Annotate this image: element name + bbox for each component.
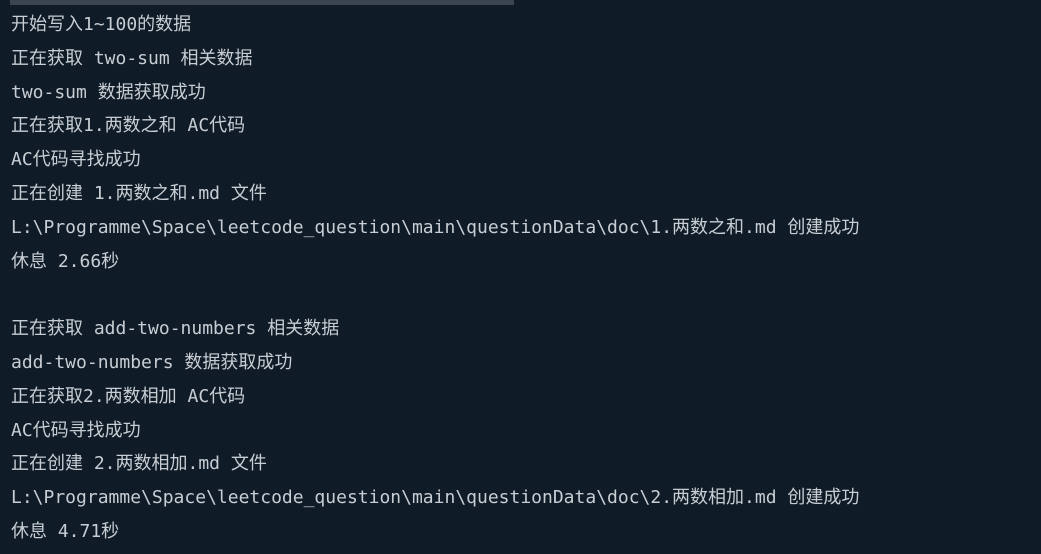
output-line: 正在获取 two-sum 相关数据 [11, 47, 253, 69]
output-line: 正在创建 1.两数之和.md 文件 [11, 182, 267, 204]
output-line: two-sum 数据获取成功 [11, 81, 206, 103]
output-lines: 开始写入1~100的数据 正在获取 two-sum 相关数据 two-sum 数… [11, 8, 1031, 549]
output-line: 正在获取 add-two-numbers 相关数据 [11, 318, 340, 340]
output-line: L:\Programme\Space\leetcode_question\mai… [11, 487, 860, 509]
terminal-output: 开始写入1~100的数据 正在获取 two-sum 相关数据 two-sum 数… [0, 0, 1041, 554]
output-line: AC代码寻找成功 [11, 149, 141, 171]
previous-line-highlight [10, 0, 514, 5]
output-line: 正在获取2.两数相加 AC代码 [11, 385, 246, 407]
output-line: add-two-numbers 数据获取成功 [11, 351, 293, 373]
output-line: L:\Programme\Space\leetcode_question\mai… [11, 216, 860, 238]
output-line: 休息 2.66秒 [11, 250, 120, 272]
output-line: AC代码寻找成功 [11, 419, 141, 441]
output-line: 休息 4.71秒 [11, 520, 120, 542]
output-line: 正在创建 2.两数相加.md 文件 [11, 453, 267, 475]
output-line: 正在获取1.两数之和 AC代码 [11, 115, 246, 137]
output-line: 开始写入1~100的数据 [11, 14, 192, 35]
